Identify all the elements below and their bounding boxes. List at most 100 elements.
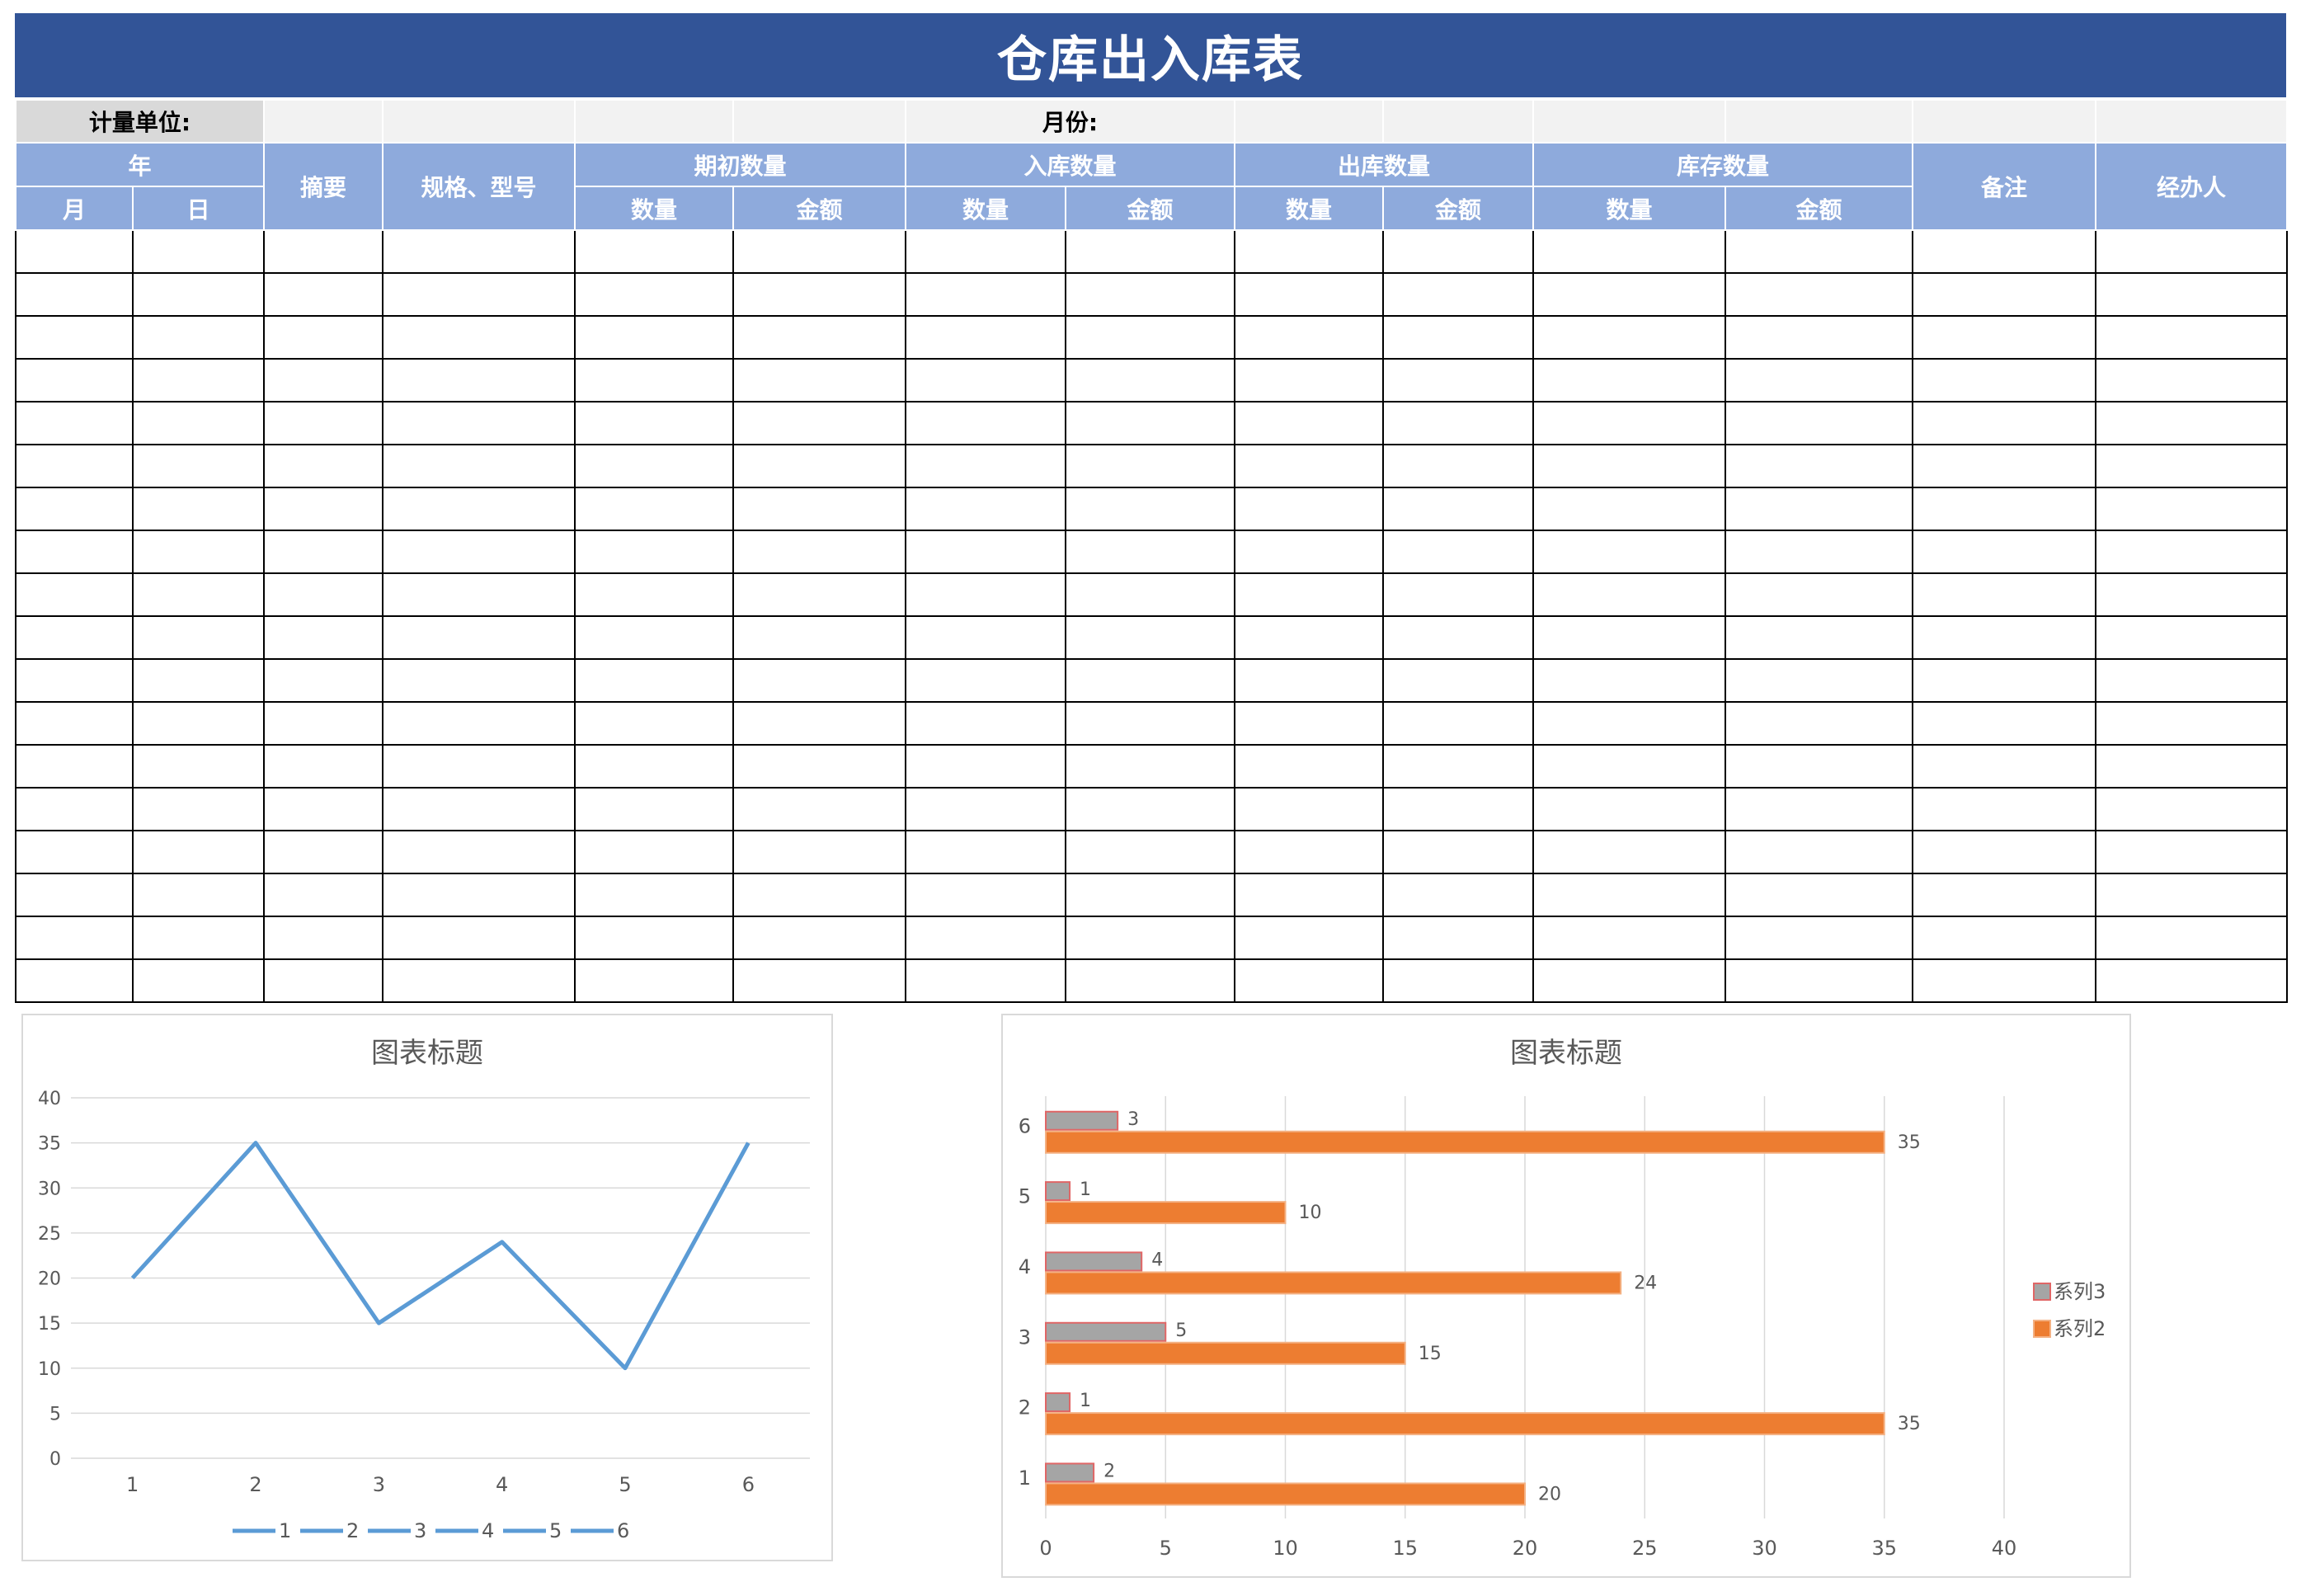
table-cell[interactable] (1065, 787, 1236, 831)
info-cell[interactable] (1912, 99, 2097, 144)
table-cell[interactable] (263, 530, 384, 574)
line-chart[interactable]: 图表标题 0 5 10 15 20 25 30 35 40 1 2 3 4 5 6 1 2 3 4 5 6 (21, 1014, 833, 1561)
table-cell[interactable] (15, 358, 134, 403)
table-cell[interactable] (1234, 787, 1385, 831)
table-cell[interactable] (382, 272, 576, 317)
table-cell[interactable] (1532, 916, 1727, 960)
table-cell[interactable] (574, 830, 735, 874)
table-cell[interactable] (263, 272, 384, 317)
table-cell[interactable] (1532, 572, 1727, 617)
info-cell[interactable] (2095, 99, 2289, 144)
table-cell[interactable] (905, 530, 1067, 574)
table-cell[interactable] (574, 873, 735, 917)
table-cell[interactable] (263, 572, 384, 617)
table-cell[interactable] (131, 916, 266, 960)
table-cell[interactable] (1065, 701, 1236, 746)
table-cell[interactable] (131, 572, 266, 617)
table-cell[interactable] (1532, 444, 1727, 488)
table-cell[interactable] (1382, 916, 1535, 960)
table-cell[interactable] (382, 530, 576, 574)
table-cell[interactable] (1725, 572, 1914, 617)
table-cell[interactable] (382, 401, 576, 445)
table-cell[interactable] (905, 787, 1067, 831)
table-cell[interactable] (1725, 873, 1914, 917)
table-cell[interactable] (732, 315, 907, 360)
table-cell[interactable] (131, 487, 266, 531)
table-cell[interactable] (263, 615, 384, 660)
table-cell[interactable] (1382, 315, 1535, 360)
table-cell[interactable] (382, 572, 576, 617)
table-cell[interactable] (1234, 615, 1385, 660)
table-cell[interactable] (1065, 487, 1236, 531)
table-cell[interactable] (263, 229, 384, 274)
table-cell[interactable] (382, 873, 576, 917)
table-cell[interactable] (574, 315, 735, 360)
table-cell[interactable] (2095, 787, 2289, 831)
table-cell[interactable] (1912, 830, 2097, 874)
table-cell[interactable] (905, 572, 1067, 617)
table-cell[interactable] (1912, 315, 2097, 360)
table-cell[interactable] (1234, 358, 1385, 403)
table-cell[interactable] (2095, 572, 2289, 617)
table-cell[interactable] (15, 530, 134, 574)
table-cell[interactable] (574, 401, 735, 445)
table-cell[interactable] (732, 572, 907, 617)
table-cell[interactable] (382, 787, 576, 831)
table-cell[interactable] (1725, 315, 1914, 360)
table-cell[interactable] (1234, 958, 1385, 1003)
table-cell[interactable] (574, 229, 735, 274)
table-cell[interactable] (382, 444, 576, 488)
table-cell[interactable] (732, 958, 907, 1003)
info-cell[interactable] (1725, 99, 1914, 144)
table-cell[interactable] (1382, 873, 1535, 917)
table-cell[interactable] (15, 229, 134, 274)
table-cell[interactable] (1532, 530, 1727, 574)
table-cell[interactable] (2095, 958, 2289, 1003)
table-cell[interactable] (2095, 487, 2289, 531)
info-cell[interactable] (1532, 99, 1727, 144)
table-cell[interactable] (1912, 487, 2097, 531)
table-cell[interactable] (2095, 401, 2289, 445)
table-cell[interactable] (732, 873, 907, 917)
table-cell[interactable] (1382, 272, 1535, 317)
table-cell[interactable] (905, 916, 1067, 960)
table-cell[interactable] (1725, 444, 1914, 488)
table-cell[interactable] (1382, 229, 1535, 274)
table-cell[interactable] (2095, 873, 2289, 917)
table-cell[interactable] (1065, 444, 1236, 488)
table-cell[interactable] (1912, 444, 2097, 488)
table-cell[interactable] (15, 315, 134, 360)
table-cell[interactable] (1725, 958, 1914, 1003)
table-cell[interactable] (574, 615, 735, 660)
table-cell[interactable] (1382, 658, 1535, 703)
table-cell[interactable] (263, 401, 384, 445)
table-cell[interactable] (131, 873, 266, 917)
table-cell[interactable] (1234, 830, 1385, 874)
table-cell[interactable] (732, 744, 907, 789)
table-cell[interactable] (1065, 744, 1236, 789)
table-cell[interactable] (1532, 615, 1727, 660)
table-cell[interactable] (1382, 487, 1535, 531)
table-cell[interactable] (1725, 658, 1914, 703)
table-cell[interactable] (1065, 615, 1236, 660)
table-cell[interactable] (263, 658, 384, 703)
table-cell[interactable] (1532, 744, 1727, 789)
table-cell[interactable] (382, 916, 576, 960)
table-cell[interactable] (1234, 229, 1385, 274)
table-cell[interactable] (1725, 787, 1914, 831)
table-cell[interactable] (2095, 830, 2289, 874)
table-cell[interactable] (15, 272, 134, 317)
info-cell[interactable] (732, 99, 907, 144)
table-cell[interactable] (131, 401, 266, 445)
table-cell[interactable] (263, 744, 384, 789)
table-cell[interactable] (905, 487, 1067, 531)
table-cell[interactable] (382, 744, 576, 789)
table-cell[interactable] (382, 615, 576, 660)
table-cell[interactable] (382, 658, 576, 703)
table-cell[interactable] (1532, 229, 1727, 274)
table-cell[interactable] (1382, 787, 1535, 831)
table-cell[interactable] (1912, 572, 2097, 617)
table-cell[interactable] (905, 744, 1067, 789)
table-cell[interactable] (574, 444, 735, 488)
table-cell[interactable] (15, 401, 134, 445)
